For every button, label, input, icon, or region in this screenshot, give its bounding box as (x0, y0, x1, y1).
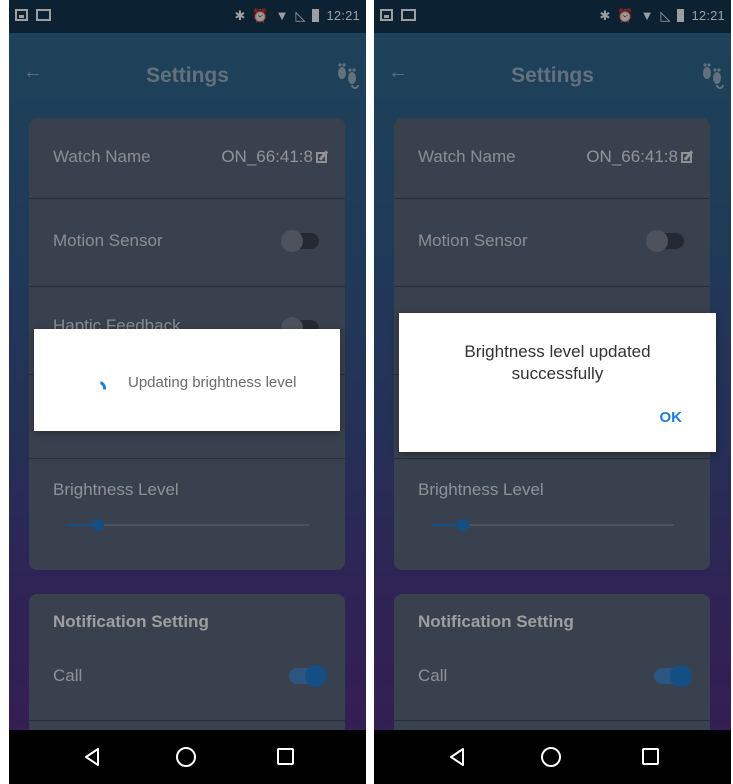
navigation-bar (9, 730, 366, 784)
alert-message: Brightness level updated successfully (464, 342, 651, 383)
progress-dialog: Updating brightness level (34, 329, 340, 431)
nav-recents-icon[interactable] (642, 748, 659, 765)
ok-button[interactable]: OK (660, 409, 683, 426)
nav-home-icon[interactable] (176, 747, 196, 767)
phone-screen-success: ✱ ⏰ ▼ ◺ 12:21 ← Settings Watch Name ON_6… (374, 0, 731, 784)
nav-back-icon[interactable] (81, 746, 103, 768)
nav-recents-icon[interactable] (277, 748, 294, 765)
nav-back-icon[interactable] (446, 746, 468, 768)
loading-spinner-icon (89, 378, 109, 398)
progress-message: Updating brightness level (128, 374, 297, 391)
navigation-bar (374, 730, 731, 784)
phone-screen-progress: ✱ ⏰ ▼ ◺ 12:21 ← Settings Watch Name ON_6… (9, 0, 366, 784)
nav-home-icon[interactable] (541, 747, 561, 767)
success-alert-dialog: Brightness level updated successfully OK (399, 313, 716, 452)
